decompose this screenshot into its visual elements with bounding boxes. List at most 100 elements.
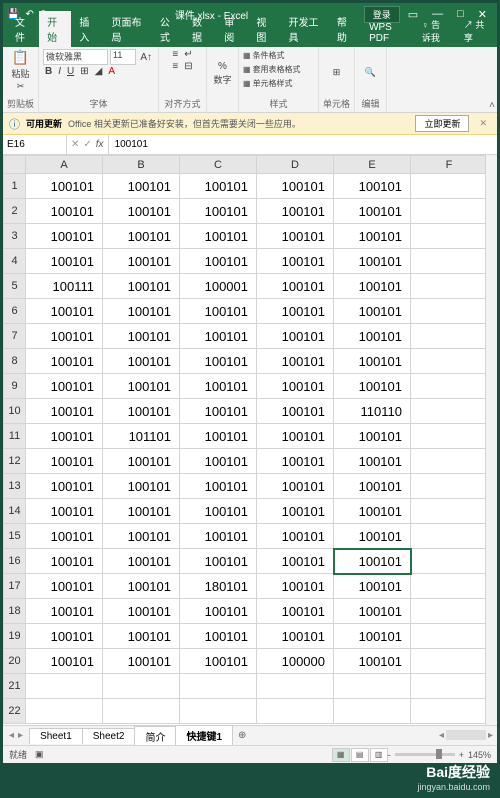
cell[interactable]: 100101 xyxy=(180,499,257,524)
cell[interactable]: 100101 xyxy=(26,224,103,249)
cell[interactable]: 100101 xyxy=(334,349,411,374)
cell[interactable]: 100101 xyxy=(103,349,180,374)
row-header[interactable]: 12 xyxy=(4,449,26,474)
cell[interactable] xyxy=(411,449,488,474)
cell[interactable]: 180101 xyxy=(180,574,257,599)
tell-me[interactable]: ♀ 告诉我 xyxy=(414,15,456,47)
hscroll-track[interactable] xyxy=(446,730,486,740)
zoom-level[interactable]: 145% xyxy=(468,750,491,760)
enter-formula-icon[interactable]: ✓ xyxy=(83,139,91,150)
cell[interactable] xyxy=(411,324,488,349)
cell[interactable]: 100101 xyxy=(257,474,334,499)
cell[interactable]: 110110 xyxy=(334,399,411,424)
cell[interactable]: 100101 xyxy=(334,199,411,224)
paste-icon[interactable]: 📋 xyxy=(12,49,29,66)
merge-icon[interactable]: ⊟ xyxy=(182,61,194,72)
row-header[interactable]: 7 xyxy=(4,324,26,349)
cell[interactable]: 100101 xyxy=(26,449,103,474)
zoom-slider[interactable] xyxy=(395,753,455,756)
collapse-ribbon-icon[interactable]: ˄ xyxy=(489,100,495,111)
cell[interactable]: 100101 xyxy=(26,199,103,224)
cell[interactable] xyxy=(26,674,103,699)
normal-view-button[interactable]: ▦ xyxy=(332,748,350,762)
cell[interactable]: 100101 xyxy=(180,224,257,249)
cell[interactable]: 100101 xyxy=(257,374,334,399)
cell[interactable]: 100101 xyxy=(26,374,103,399)
sheet-tab-4[interactable]: 快捷键1 xyxy=(175,725,233,747)
spreadsheet-grid[interactable]: ABCDEF1100101100101100101100101100101210… xyxy=(3,155,497,725)
cell[interactable]: 100101 xyxy=(103,499,180,524)
cell[interactable]: 100101 xyxy=(103,524,180,549)
cell[interactable]: 100101 xyxy=(26,524,103,549)
cell[interactable] xyxy=(411,299,488,324)
row-header[interactable]: 18 xyxy=(4,599,26,624)
cell[interactable]: 100101 xyxy=(103,174,180,199)
cell[interactable] xyxy=(180,699,257,724)
border-button[interactable]: ⊞ xyxy=(78,66,90,77)
cell[interactable]: 100101 xyxy=(180,549,257,574)
cell[interactable]: 100101 xyxy=(334,374,411,399)
cell[interactable]: 100101 xyxy=(257,549,334,574)
tab-insert[interactable]: 插入 xyxy=(71,11,103,47)
row-header[interactable]: 19 xyxy=(4,624,26,649)
bold-button[interactable]: B xyxy=(43,66,54,77)
cell[interactable]: 100101 xyxy=(334,449,411,474)
wrap-icon[interactable]: ↵ xyxy=(182,49,194,60)
cell[interactable]: 100101 xyxy=(103,624,180,649)
cell[interactable]: 100101 xyxy=(26,349,103,374)
cell[interactable]: 100101 xyxy=(103,299,180,324)
cell[interactable]: 100101 xyxy=(180,424,257,449)
cell[interactable]: 100101 xyxy=(103,199,180,224)
cell[interactable]: 100101 xyxy=(26,249,103,274)
cell[interactable]: 100101 xyxy=(26,474,103,499)
cell[interactable]: 100101 xyxy=(103,549,180,574)
cell[interactable]: 100101 xyxy=(103,574,180,599)
cell[interactable]: 100101 xyxy=(334,324,411,349)
cell[interactable]: 100101 xyxy=(334,649,411,674)
cell[interactable]: 100101 xyxy=(257,249,334,274)
cell[interactable]: 100101 xyxy=(334,524,411,549)
vertical-scrollbar[interactable] xyxy=(485,155,497,725)
cell[interactable] xyxy=(411,574,488,599)
cell[interactable]: 100101 xyxy=(334,249,411,274)
cell[interactable]: 100101 xyxy=(180,474,257,499)
cell[interactable] xyxy=(257,674,334,699)
share-button[interactable]: ↗ 共享 xyxy=(456,15,493,47)
cell[interactable]: 100101 xyxy=(334,499,411,524)
cell[interactable]: 100101 xyxy=(26,499,103,524)
cell[interactable] xyxy=(411,424,488,449)
zoom-in-button[interactable]: + xyxy=(459,750,464,760)
cell[interactable]: 100101 xyxy=(257,324,334,349)
formula-input[interactable]: 100101 xyxy=(109,139,497,150)
cell[interactable] xyxy=(411,674,488,699)
cell[interactable] xyxy=(180,674,257,699)
cell[interactable]: 100111 xyxy=(26,274,103,299)
cell[interactable]: 100101 xyxy=(334,474,411,499)
tab-view[interactable]: 视图 xyxy=(248,11,280,47)
cell[interactable]: 100101 xyxy=(257,599,334,624)
cell[interactable]: 100101 xyxy=(334,599,411,624)
font-color-button[interactable]: A xyxy=(106,66,117,77)
cell[interactable]: 100101 xyxy=(257,424,334,449)
page-layout-view-button[interactable]: ▤ xyxy=(351,748,369,762)
cancel-formula-icon[interactable]: ✕ xyxy=(71,139,79,150)
select-all-corner[interactable] xyxy=(4,156,26,174)
cell[interactable]: 100101 xyxy=(180,299,257,324)
cell[interactable]: 100101 xyxy=(180,624,257,649)
cell[interactable]: 100101 xyxy=(26,549,103,574)
column-header[interactable]: D xyxy=(257,156,334,174)
cell[interactable]: 100101 xyxy=(26,599,103,624)
hscroll-right-icon[interactable]: ▸ xyxy=(488,730,493,741)
cell[interactable]: 100101 xyxy=(26,649,103,674)
align-top-icon[interactable]: ≡ xyxy=(170,49,180,60)
cell[interactable] xyxy=(411,474,488,499)
cell[interactable]: 100101 xyxy=(180,174,257,199)
cell[interactable]: 100101 xyxy=(103,649,180,674)
cell-style-button[interactable]: ▦单元格样式 xyxy=(243,77,314,90)
cell[interactable]: 100101 xyxy=(180,249,257,274)
cell[interactable]: 100101 xyxy=(257,524,334,549)
cell[interactable]: 100101 xyxy=(26,324,103,349)
cell[interactable]: 100101 xyxy=(103,374,180,399)
table-format-button[interactable]: ▦套用表格格式 xyxy=(243,63,314,76)
cell[interactable]: 100101 xyxy=(257,199,334,224)
